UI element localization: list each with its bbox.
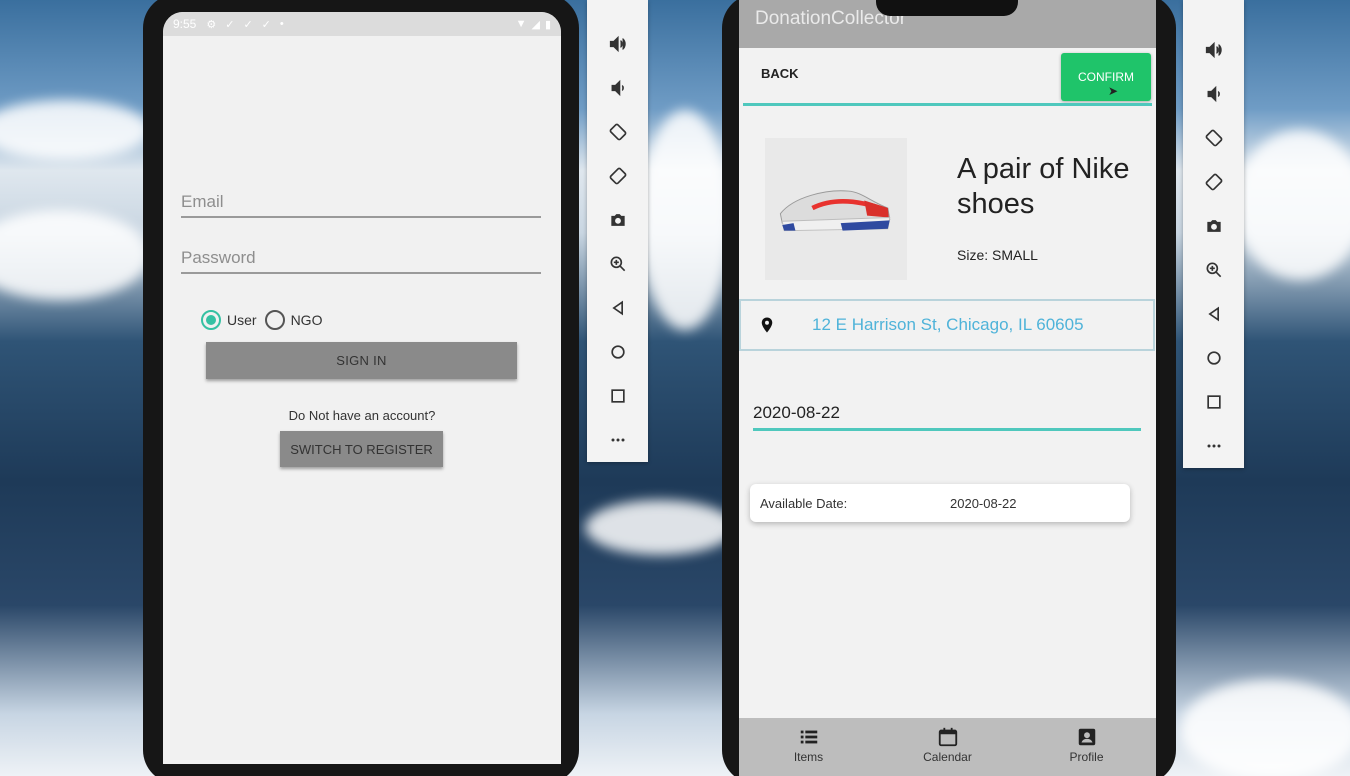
status-bar: 9:55 ⚙ ✓ ✓ ✓ • ▼ ◢ ▮ <box>163 12 561 36</box>
volume-up-icon[interactable] <box>1194 28 1234 72</box>
overview-icon[interactable] <box>598 374 638 418</box>
donation-screen: DonationCollector BACK CONFIRM ➤ A pair … <box>739 0 1156 776</box>
action-bar-divider <box>743 103 1152 106</box>
address-row[interactable]: 12 E Harrison St, Chicago, IL 60605 <box>739 299 1155 351</box>
email-field[interactable]: Email <box>181 192 541 218</box>
address-text: 12 E Harrison St, Chicago, IL 60605 <box>812 315 1084 334</box>
background-cloud <box>0 210 150 300</box>
background-cloud <box>1235 130 1350 280</box>
rotate-left-icon[interactable] <box>598 110 638 154</box>
back-button[interactable]: BACK <box>761 66 799 81</box>
back-icon[interactable] <box>1194 292 1234 336</box>
rotate-right-icon[interactable] <box>1194 160 1234 204</box>
available-date-label: Available Date: <box>760 495 848 511</box>
nav-calendar[interactable]: Calendar <box>898 726 998 764</box>
home-icon[interactable] <box>598 330 638 374</box>
dot-icon: • <box>279 17 284 30</box>
signal-icon: ◢ <box>531 18 540 31</box>
user-radio-label: User <box>227 312 257 328</box>
nav-items[interactable]: Items <box>759 726 859 764</box>
mouse-cursor-icon: ➤ <box>1108 84 1119 98</box>
emulator-toolbar-2 <box>1183 0 1244 468</box>
volume-down-icon[interactable] <box>598 66 638 110</box>
action-bar: BACK CONFIRM ➤ <box>739 48 1156 106</box>
background-cloud <box>585 500 735 555</box>
ngo-radio[interactable] <box>264 310 285 330</box>
back-icon[interactable] <box>598 286 638 330</box>
overview-icon[interactable] <box>1194 380 1234 424</box>
shoe-icon <box>779 190 891 232</box>
password-field[interactable]: Password <box>181 248 541 274</box>
nav-profile[interactable]: Profile <box>1037 726 1137 764</box>
check-icon: ✓ <box>243 18 253 31</box>
nav-profile-label: Profile <box>1069 750 1104 764</box>
notification-icons: ⚙ ✓ ✓ ✓ • <box>206 18 283 31</box>
available-date-value: 2020-08-22 <box>950 495 1017 511</box>
background-cloud <box>1180 680 1350 776</box>
background-cloud <box>0 100 150 160</box>
volume-up-icon[interactable] <box>598 22 638 66</box>
zoom-icon[interactable] <box>598 242 638 286</box>
confirm-button[interactable]: CONFIRM <box>1061 53 1151 101</box>
more-icon[interactable] <box>1194 424 1234 468</box>
background-cloud <box>640 110 730 330</box>
camera-notch <box>876 0 1018 16</box>
date-value: 2020-08-22 <box>753 403 840 422</box>
user-radio[interactable] <box>201 310 221 330</box>
nav-calendar-label: Calendar <box>923 750 972 764</box>
switch-to-register-button[interactable]: SWITCH TO REGISTER <box>280 431 443 467</box>
battery-icon: ▮ <box>544 18 551 31</box>
email-placeholder: Email <box>181 192 224 211</box>
date-input[interactable]: 2020-08-22 <box>753 403 1141 431</box>
product-size: Size: SMALL <box>957 247 1038 263</box>
profile-icon <box>1078 728 1095 746</box>
list-icon <box>800 730 817 744</box>
zoom-icon[interactable] <box>1194 248 1234 292</box>
ngo-radio-label: NGO <box>290 312 323 328</box>
nav-items-label: Items <box>793 750 824 764</box>
sign-in-button[interactable]: SIGN IN <box>206 342 517 379</box>
check-icon: ✓ <box>225 18 235 31</box>
calendar-icon <box>938 727 957 747</box>
wifi-icon: ▼ <box>515 17 527 30</box>
home-icon[interactable] <box>1194 336 1234 380</box>
rotate-left-icon[interactable] <box>1194 116 1234 160</box>
account-prompt: Do Not have an account? <box>288 408 436 423</box>
settings-icon: ⚙ <box>206 18 217 31</box>
password-placeholder: Password <box>181 248 256 267</box>
product-title: A pair of Nike shoes <box>957 153 1130 220</box>
more-icon[interactable] <box>598 418 638 462</box>
available-date-card: Available Date: 2020-08-22 <box>750 484 1130 522</box>
bottom-navigation: Items Calendar Profile <box>739 718 1156 776</box>
role-radio-group: User NGO <box>201 310 330 330</box>
location-pin-icon <box>761 317 773 333</box>
rotate-right-icon[interactable] <box>598 154 638 198</box>
volume-down-icon[interactable] <box>1194 72 1234 116</box>
emulator-toolbar-1 <box>587 0 648 462</box>
check-icon: ✓ <box>261 18 271 31</box>
system-icons: ▼ ◢ ▮ <box>516 18 551 31</box>
status-time: 9:55 <box>173 17 197 31</box>
camera-icon[interactable] <box>1194 204 1234 248</box>
login-screen: 9:55 ⚙ ✓ ✓ ✓ • ▼ ◢ ▮ Email Password User… <box>163 12 561 764</box>
product-image <box>765 138 907 280</box>
camera-icon[interactable] <box>598 198 638 242</box>
